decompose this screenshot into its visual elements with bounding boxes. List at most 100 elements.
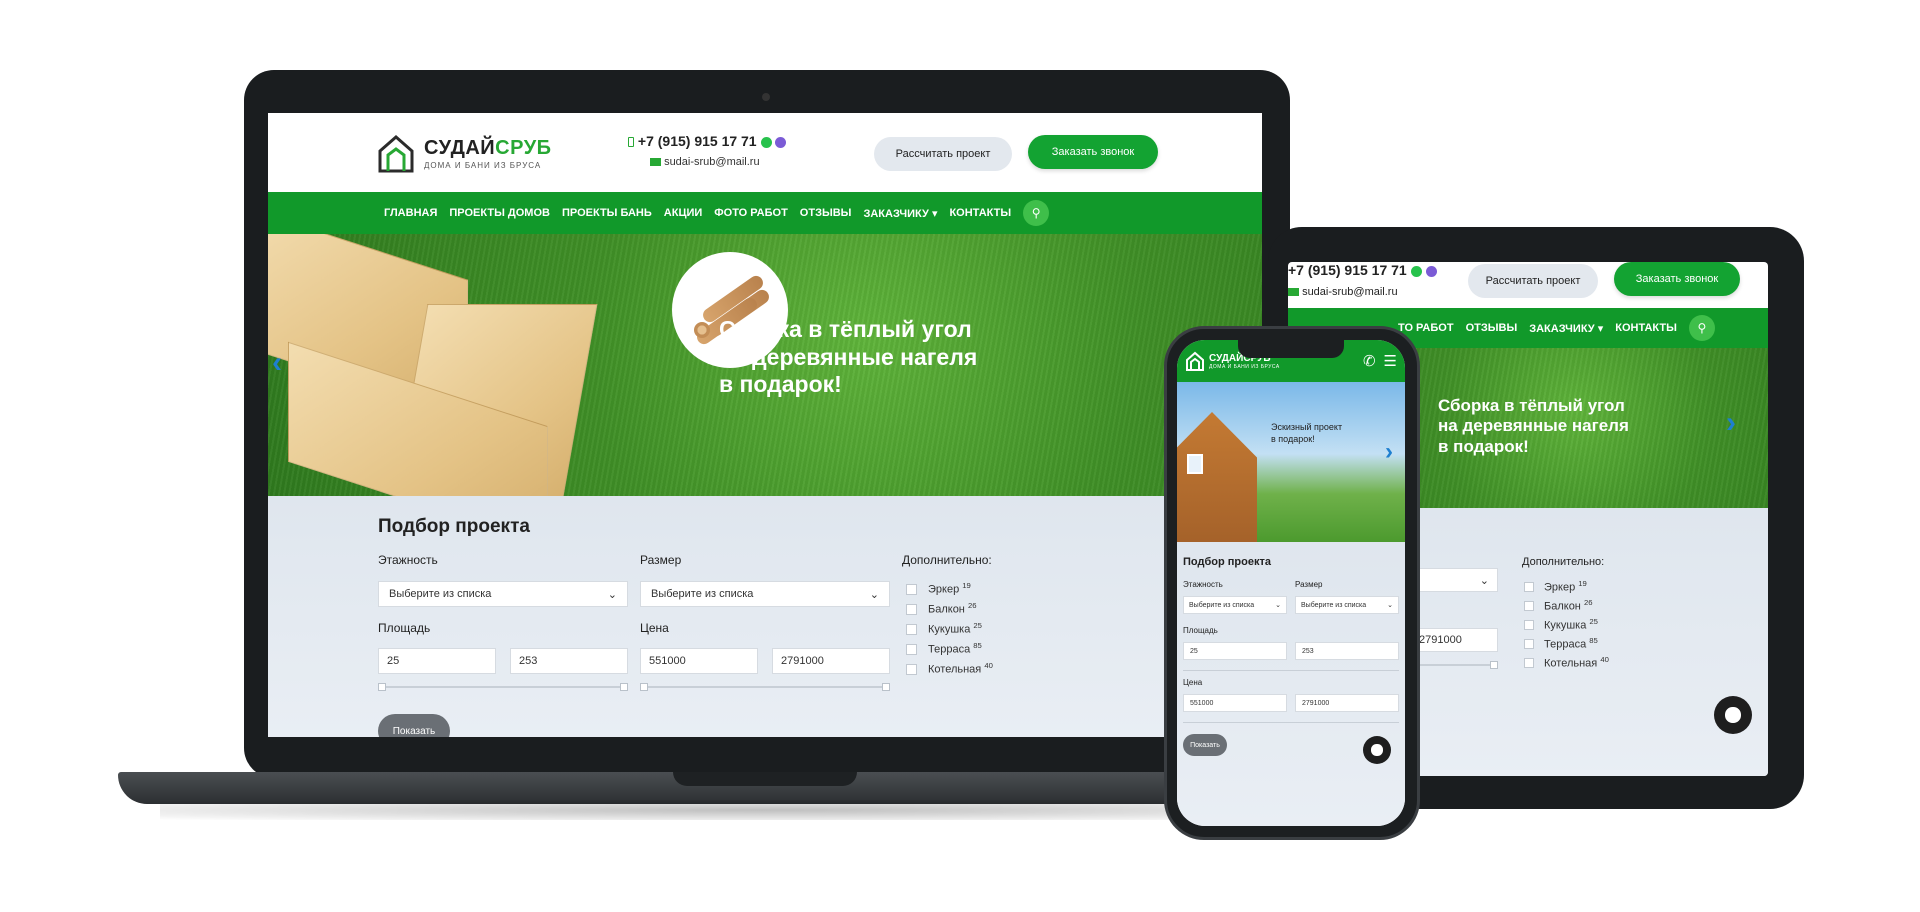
extra-name: Балкон	[928, 603, 965, 616]
whatsapp-icon[interactable]	[1410, 265, 1422, 277]
price-label: Цена	[1183, 678, 1203, 687]
checkbox-erker-label: Эркер 19	[928, 581, 971, 596]
slider-next-arrow[interactable]: ›	[1726, 406, 1736, 440]
phone-icon[interactable]: ✆	[1363, 352, 1376, 370]
tablet-email-row: sudai-srub@mail.ru	[1288, 286, 1398, 298]
area-range-slider[interactable]	[378, 683, 628, 691]
price-range-slider[interactable]	[1183, 722, 1399, 723]
tablet-call-button[interactable]: Заказать звонок	[1614, 262, 1740, 296]
area-min-input[interactable]: 25	[378, 648, 496, 674]
checkbox-terrace-label: Терраса 85	[1544, 636, 1598, 651]
checkbox-boiler[interactable]	[906, 664, 917, 675]
floors-select[interactable]: Выберите из списка ⌄	[1183, 596, 1287, 614]
nav-item-customer[interactable]: ЗАКАЗЧИКУ ▾	[863, 207, 937, 220]
price-range-handle-max[interactable]	[882, 683, 890, 691]
extra-count: 26	[1583, 598, 1593, 607]
logo-text[interactable]: СУДАЙСРУБ	[424, 137, 552, 160]
extra-count: 85	[1589, 636, 1598, 645]
email-link[interactable]: sudai-srub@mail.ru	[664, 156, 760, 168]
nav-item-photos[interactable]: ФОТО РАБОТ	[714, 207, 788, 219]
price-min-input[interactable]: 551000	[1183, 694, 1287, 712]
website-mobile: СУДАЙСРУБ ДОМА И БАНИ ИЗ БРУСА ✆ ☰ Эскиз…	[1177, 340, 1405, 826]
chat-icon[interactable]	[1714, 696, 1752, 734]
whatsapp-icon[interactable]	[760, 136, 772, 148]
checkbox-terrace[interactable]	[906, 644, 917, 655]
floors-select[interactable]: Выберите из списка ⌄	[378, 581, 628, 607]
order-call-button[interactable]: Заказать звонок	[1028, 135, 1158, 169]
chat-icon[interactable]	[1363, 736, 1391, 764]
area-min-input[interactable]: 25	[1183, 642, 1287, 660]
order-call-label: Заказать звонок	[1051, 146, 1135, 158]
main-nav: ГЛАВНАЯ ПРОЕКТЫ ДОМОВ ПРОЕКТЫ БАНЬ АКЦИИ…	[268, 192, 1262, 234]
nav-item-reviews[interactable]: ОТЗЫВЫ	[1466, 322, 1518, 334]
tablet-calc-button[interactable]: Рассчитать проект	[1468, 264, 1598, 298]
area-max-input[interactable]: 253	[1295, 642, 1399, 660]
nav-item-photos[interactable]: ТО РАБОТ	[1398, 322, 1454, 334]
filter-title: Подбор проекта	[378, 516, 530, 537]
show-button-label: Показать	[392, 725, 436, 737]
checkbox-erker[interactable]	[1524, 582, 1534, 592]
hero-line-1: Сборка в тёплый угол	[1438, 396, 1625, 415]
show-button[interactable]: Показать	[1183, 734, 1227, 756]
extra-count: 40	[1600, 655, 1609, 664]
price-range-handle-min[interactable]	[640, 683, 648, 691]
calc-project-button[interactable]: Рассчитать проект	[874, 137, 1012, 171]
nav-item-baths[interactable]: ПРОЕКТЫ БАНЬ	[562, 207, 652, 219]
show-button-label: Показать	[1190, 741, 1220, 749]
tablet-email-link[interactable]: sudai-srub@mail.ru	[1302, 286, 1398, 298]
checkbox-terrace-label: Терраса 85	[928, 641, 982, 656]
chevron-down-icon: ⌄	[1479, 574, 1489, 587]
tablet-extra-label: Дополнительно:	[1522, 556, 1605, 568]
size-select[interactable]: Выберите из списка ⌄	[1295, 596, 1399, 614]
checkbox-balcony[interactable]	[906, 604, 917, 615]
hero-line-1: Эскизный проект	[1271, 422, 1343, 432]
price-max-input[interactable]: 2791000	[772, 648, 890, 674]
checkbox-terrace[interactable]	[1524, 639, 1534, 649]
tablet-phone-number[interactable]: +7 (915) 915 17 71	[1288, 262, 1407, 278]
nav-item-promo[interactable]: АКЦИИ	[664, 207, 703, 219]
hamburger-icon[interactable]: ☰	[1384, 352, 1397, 370]
checkbox-boiler[interactable]	[1524, 658, 1534, 668]
extra-count: 25	[973, 621, 982, 630]
phone-icon	[628, 137, 634, 148]
checkbox-balcony[interactable]	[1524, 601, 1534, 611]
show-button[interactable]: Показать	[378, 714, 450, 737]
viber-icon[interactable]	[775, 136, 787, 148]
price-min-input[interactable]: 551000	[640, 648, 758, 674]
laptop-screen: СУДАЙСРУБ ДОМА И БАНИ ИЗ БРУСА +7 (915) …	[268, 113, 1262, 737]
size-select-value: Выберите из списка	[1301, 601, 1367, 609]
logo-tagline: ДОМА И БАНИ ИЗ БРУСА	[424, 161, 542, 170]
nav-item-contacts[interactable]: КОНТАКТЫ	[1615, 322, 1677, 334]
nav-item-houses[interactable]: ПРОЕКТЫ ДОМОВ	[449, 207, 550, 219]
tablet-calc-label: Рассчитать проект	[1485, 275, 1581, 287]
logo-icon[interactable]	[376, 133, 416, 173]
search-icon[interactable]: ⚲	[1023, 200, 1050, 226]
price-max-input[interactable]: 2791000	[1295, 694, 1399, 712]
search-icon[interactable]: ⚲	[1688, 315, 1715, 341]
nav-item-contacts[interactable]: КОНТАКТЫ	[949, 207, 1011, 219]
nav-item-home[interactable]: ГЛАВНАЯ	[384, 207, 437, 219]
price-range-slider[interactable]	[640, 683, 890, 691]
checkbox-erker[interactable]	[906, 584, 917, 595]
price-range-handle-max[interactable]	[1490, 661, 1498, 669]
mobile-filter: Подбор проекта Этажность Размер Выберите…	[1177, 542, 1405, 826]
nav-item-customer[interactable]: ЗАКАЗЧИКУ ▾	[1529, 322, 1603, 335]
chevron-down-icon: ⌄	[1387, 602, 1393, 609]
area-range-slider[interactable]	[1183, 670, 1399, 671]
viber-icon[interactable]	[1425, 265, 1437, 277]
area-max-input[interactable]: 253	[510, 648, 628, 674]
logo-part1: СУДАЙ	[1209, 352, 1244, 364]
price-max-value: 2791000	[1419, 634, 1462, 646]
slider-prev-arrow[interactable]: ‹	[272, 346, 282, 380]
price-label: Цена	[640, 621, 669, 635]
mobile-hero: Эскизный проект в подарок! ›	[1177, 382, 1405, 542]
slider-next-arrow[interactable]: ›	[1385, 438, 1393, 466]
area-range-handle-min[interactable]	[378, 683, 386, 691]
area-range-handle-max[interactable]	[620, 683, 628, 691]
checkbox-kukushka[interactable]	[906, 624, 917, 635]
phone-number[interactable]: +7 (915) 915 17 71	[638, 133, 757, 149]
checkbox-kukushka[interactable]	[1524, 620, 1534, 630]
nav-item-reviews[interactable]: ОТЗЫВЫ	[800, 207, 852, 219]
size-label: Размер	[1295, 580, 1323, 589]
size-select[interactable]: Выберите из списка ⌄	[640, 581, 890, 607]
